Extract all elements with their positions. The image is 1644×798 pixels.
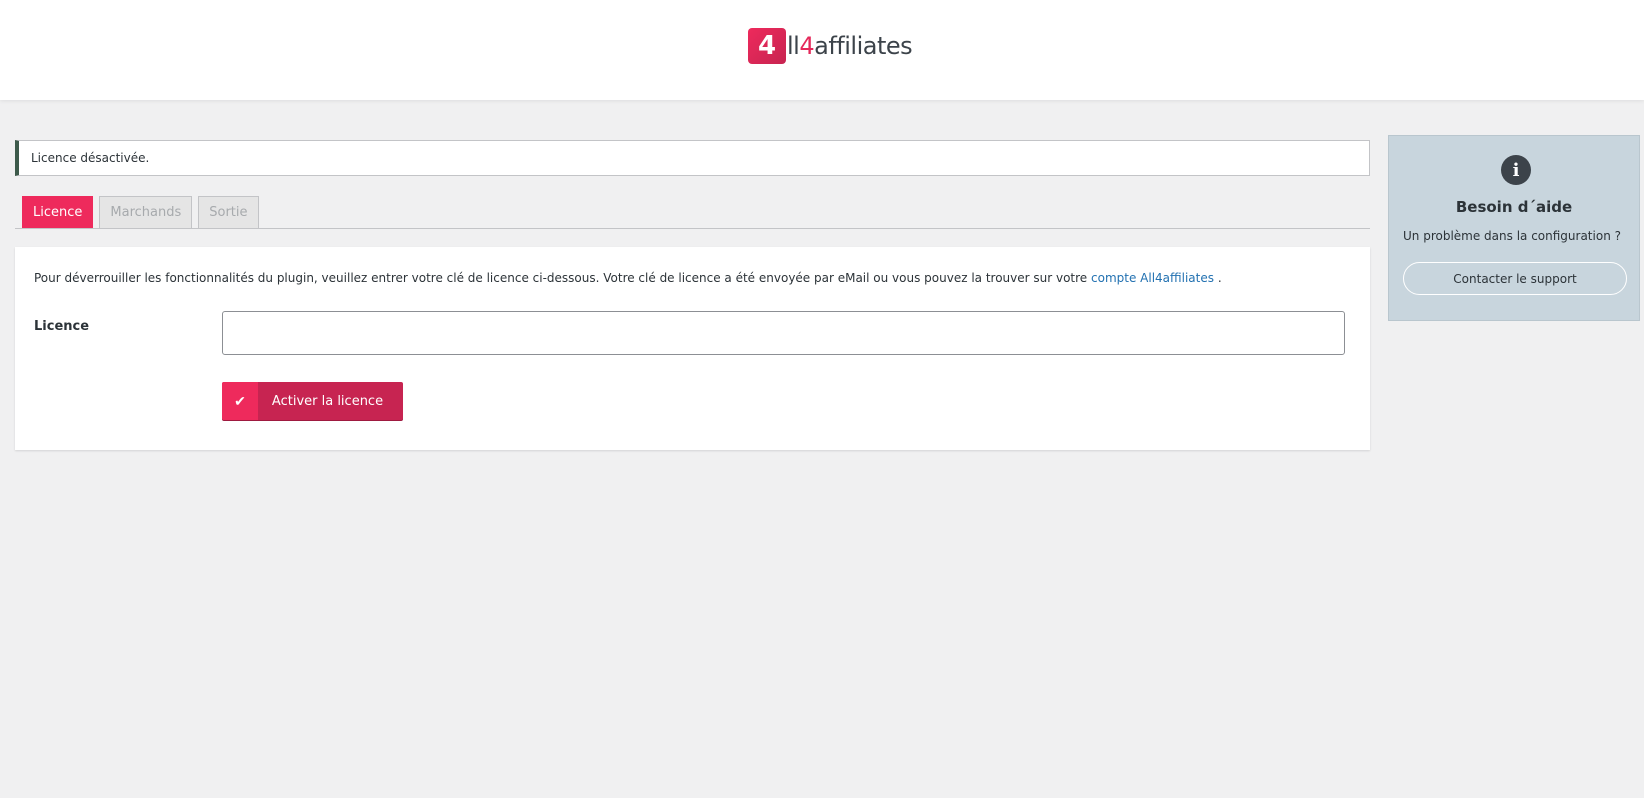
tab-licence[interactable]: Licence xyxy=(22,196,94,228)
licence-key-input[interactable] xyxy=(222,311,1345,355)
licence-intro: Pour déverrouiller les fonctionnalités d… xyxy=(34,271,1222,285)
top-header: 4 ll4affiliates xyxy=(0,0,1644,100)
help-title: Besoin d´aide xyxy=(1455,198,1573,216)
info-icon: i xyxy=(1501,155,1531,185)
logo-wordmark: ll4affiliates xyxy=(787,32,913,60)
tab-marchands[interactable]: Marchands xyxy=(99,196,193,228)
settings-tabs: Licence Marchands Sortie xyxy=(15,196,1370,229)
activate-licence-button[interactable]: ✔ Activer la licence xyxy=(222,382,403,420)
activate-licence-label: Activer la licence xyxy=(271,393,384,409)
tab-sortie[interactable]: Sortie xyxy=(198,196,259,228)
help-panel: i Besoin d´aide Un problème dans la conf… xyxy=(1388,135,1640,321)
check-icon: ✔ xyxy=(222,382,258,420)
help-text: Un problème dans la configuration ? xyxy=(1403,229,1621,243)
account-link[interactable]: compte All4affiliates xyxy=(1091,271,1214,285)
logo-mark-icon: 4 xyxy=(748,28,786,64)
all4affiliates-logo[interactable]: 4 ll4affiliates xyxy=(748,28,913,64)
licence-field-label: Licence xyxy=(34,319,90,334)
notice-text: Licence désactivée. xyxy=(31,151,150,165)
contact-support-button[interactable]: Contacter le support xyxy=(1403,262,1627,295)
licence-card: Pour déverrouiller les fonctionnalités d… xyxy=(15,247,1370,450)
licence-status-notice: Licence désactivée. xyxy=(15,140,1370,176)
